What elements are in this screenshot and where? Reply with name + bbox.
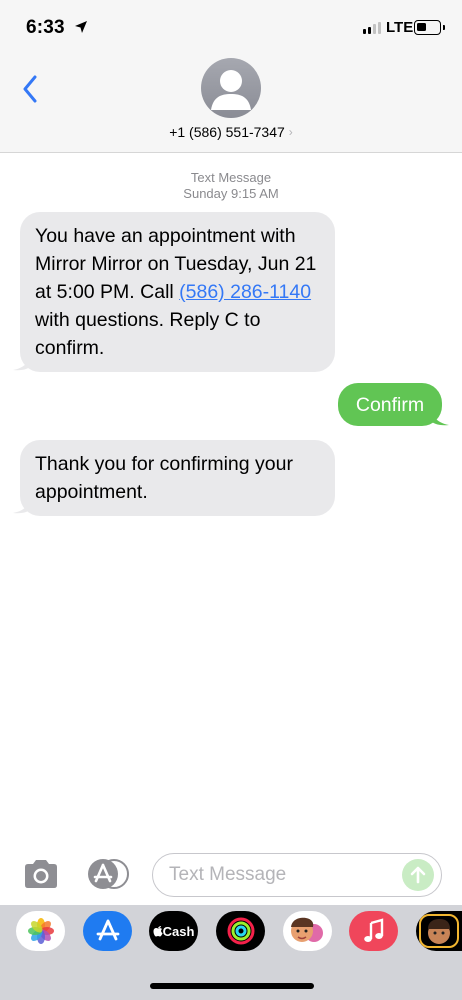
incoming-message: You have an appointment with Mirror Mirr… [20, 212, 335, 372]
contact-avatar[interactable] [201, 58, 261, 118]
contact-name: +1 (586) 551-7347 [169, 124, 285, 140]
home-indicator[interactable] [150, 983, 314, 989]
phone-link[interactable]: (586) 286-1140 [179, 281, 311, 303]
conversation-header: 6:33 LTE +1 (586) 551-7347 › [0, 0, 462, 153]
music-note-icon [363, 918, 383, 942]
app-store-icon [96, 919, 119, 941]
app-store-icon [88, 859, 129, 889]
contact-details-link[interactable]: +1 (586) 551-7347 › [0, 124, 462, 140]
memoji-app-button[interactable] [416, 911, 462, 951]
camera-icon [25, 860, 57, 888]
thread-timestamp: Text Message Sunday 9:15 AM [0, 170, 462, 202]
message-input-field[interactable] [152, 853, 442, 897]
message-input[interactable] [169, 854, 399, 896]
chevron-left-icon [23, 75, 37, 103]
memoji-icon [419, 914, 459, 948]
battery-tip [443, 25, 445, 30]
network-type: LTE [386, 19, 414, 36]
incoming-message: Thank you for confirming your appointmen… [20, 440, 335, 516]
chevron-right-icon: › [288, 125, 293, 139]
memoji-stickers-app-button[interactable] [283, 911, 332, 951]
cash-label: Cash [162, 923, 195, 939]
activity-icon [227, 917, 254, 945]
timestamp: Sunday 9:15 AM [183, 186, 279, 201]
outgoing-message: Confirm [338, 383, 442, 426]
camera-button[interactable] [22, 858, 60, 890]
photos-icon [27, 918, 54, 944]
app-store-button[interactable] [86, 858, 130, 890]
battery-icon [414, 20, 441, 35]
apple-logo-icon [153, 926, 163, 937]
activity-app-button[interactable] [216, 911, 265, 951]
location-arrow-icon [75, 21, 87, 33]
back-button[interactable] [16, 72, 44, 106]
send-button[interactable] [402, 859, 434, 891]
person-icon [211, 70, 251, 110]
app-store-app-button[interactable] [83, 911, 132, 951]
service-label: Text Message [190, 170, 272, 185]
photos-app-button[interactable] [16, 911, 65, 951]
arrow-up-icon [410, 866, 426, 884]
music-app-button[interactable] [349, 911, 398, 951]
message-text: with questions. Reply C to confirm. [35, 309, 261, 359]
cash-app-button[interactable]: Cash [149, 911, 198, 951]
memoji-stickers-icon [290, 917, 323, 942]
status-time: 6:33 [26, 17, 65, 38]
signal-strength-icon [363, 22, 381, 34]
